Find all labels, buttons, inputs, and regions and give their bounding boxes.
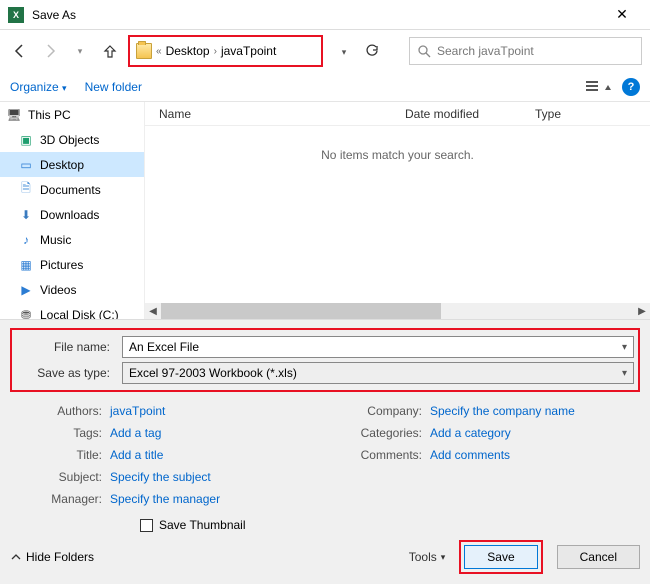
search-input[interactable]: Search javaTpoint [409,37,642,65]
breadcrumb-sep: « [156,46,162,57]
column-headers: Name Date modified Type [145,102,650,126]
toolbar: Organize ▾ New folder ? [0,72,650,102]
categories-label: Categories: [330,426,430,440]
sidebar-item-local-disk[interactable]: ⛃ Local Disk (C:) [0,302,144,319]
sidebar-item-label: Downloads [40,208,99,222]
forward-button[interactable] [38,39,62,63]
file-fields: File name: An Excel File▾ Save as type: … [10,328,640,392]
save-thumbnail-label: Save Thumbnail [159,518,246,532]
title-value[interactable]: Add a title [110,448,163,462]
scroll-thumb[interactable] [161,303,441,319]
back-button[interactable] [8,39,32,63]
search-placeholder: Search javaTpoint [437,44,534,58]
bottom-panel: File name: An Excel File▾ Save as type: … [0,320,650,584]
chevron-right-icon: › [214,46,217,57]
col-name[interactable]: Name [145,107,405,121]
sidebar-item-downloads[interactable]: ⬇ Downloads [0,202,144,227]
authors-value[interactable]: javaTpoint [110,404,165,418]
sidebar-item-pictures[interactable]: ▦ Pictures [0,252,144,277]
content-area: 🖥 This PC ▣ 3D Objects ▭ Desktop 🗎 Docum… [0,102,650,320]
videos-icon: ▶ [18,282,34,298]
save-button[interactable]: Save [464,545,537,569]
footer-row: Hide Folders Tools ▾ Save Cancel [10,540,640,574]
empty-message: No items match your search. [145,148,650,162]
breadcrumb-part[interactable]: Desktop [166,44,210,58]
company-label: Company: [330,404,430,418]
pc-icon: 🖥 [6,107,22,123]
nav-row: ▾ « Desktop › javaTpoint ▾ Search javaTp… [0,30,650,72]
title-bar: X Save As ✕ [0,0,650,30]
address-bar[interactable]: « Desktop › javaTpoint [128,35,323,67]
sidebar-item-3d-objects[interactable]: ▣ 3D Objects [0,127,144,152]
desktop-icon: ▭ [18,157,34,173]
cancel-button[interactable]: Cancel [557,545,640,569]
sidebar-item-label: Desktop [40,158,84,172]
new-folder-button[interactable]: New folder [85,80,142,94]
metadata: Authors:javaTpoint Tags:Add a tag Title:… [10,400,640,510]
sidebar-item-label: Pictures [40,258,83,272]
sidebar-item-label: Videos [40,283,76,297]
close-button[interactable]: ✕ [602,6,642,23]
view-options-button[interactable] [586,80,614,94]
sidebar-item-label: This PC [28,108,71,122]
folder-icon [136,43,152,59]
sidebar-item-label: Music [40,233,71,247]
window-title: Save As [32,8,602,22]
sidebar-item-label: 3D Objects [40,133,99,147]
manager-label: Manager: [10,492,110,506]
tags-label: Tags: [10,426,110,440]
breadcrumb-part[interactable]: javaTpoint [221,44,276,58]
categories-value[interactable]: Add a category [430,426,511,440]
col-type[interactable]: Type [535,107,650,121]
filename-input[interactable]: An Excel File▾ [122,336,634,358]
file-pane: Name Date modified Type No items match y… [145,102,650,319]
recent-dropdown[interactable]: ▾ [68,39,92,63]
excel-icon: X [8,7,24,23]
sidebar-item-desktop[interactable]: ▭ Desktop [0,152,144,177]
sidebar-item-music[interactable]: ♪ Music [0,227,144,252]
company-value[interactable]: Specify the company name [430,404,575,418]
scroll-left-icon[interactable]: ◀ [145,306,161,317]
sidebar-item-label: Local Disk (C:) [40,308,119,320]
help-button[interactable]: ? [622,78,640,96]
downloads-icon: ⬇ [18,207,34,223]
music-icon: ♪ [18,232,34,248]
hide-folders-button[interactable]: Hide Folders [10,550,94,564]
sidebar-item-videos[interactable]: ▶ Videos [0,277,144,302]
organize-button[interactable]: Organize ▾ [10,80,67,94]
address-dropdown[interactable]: ▾ [329,44,359,58]
sidebar: 🖥 This PC ▣ 3D Objects ▭ Desktop 🗎 Docum… [0,102,145,319]
horizontal-scrollbar[interactable]: ◀ ▶ [145,303,650,319]
refresh-button[interactable] [365,44,393,58]
save-thumbnail-row: Save Thumbnail [140,518,640,532]
scroll-right-icon[interactable]: ▶ [634,306,650,317]
comments-value[interactable]: Add comments [430,448,510,462]
savetype-label: Save as type: [16,366,116,380]
subject-value[interactable]: Specify the subject [110,470,211,484]
pictures-icon: ▦ [18,257,34,273]
documents-icon: 🗎 [18,182,34,198]
tools-dropdown[interactable]: Tools ▾ [409,550,446,564]
title-label: Title: [10,448,110,462]
comments-label: Comments: [330,448,430,462]
manager-value[interactable]: Specify the manager [110,492,220,506]
sidebar-item-this-pc[interactable]: 🖥 This PC [0,102,144,127]
filename-label: File name: [16,340,116,354]
subject-label: Subject: [10,470,110,484]
tags-value[interactable]: Add a tag [110,426,161,440]
sidebar-item-documents[interactable]: 🗎 Documents [0,177,144,202]
savetype-select[interactable]: Excel 97-2003 Workbook (*.xls)▾ [122,362,634,384]
save-thumbnail-checkbox[interactable] [140,519,153,532]
save-highlight: Save [459,540,542,574]
disk-icon: ⛃ [18,307,34,320]
authors-label: Authors: [10,404,110,418]
col-date[interactable]: Date modified [405,107,535,121]
sidebar-item-label: Documents [40,183,101,197]
3d-icon: ▣ [18,132,34,148]
search-icon [418,45,431,58]
chevron-up-icon [10,551,22,563]
up-button[interactable] [98,39,122,63]
